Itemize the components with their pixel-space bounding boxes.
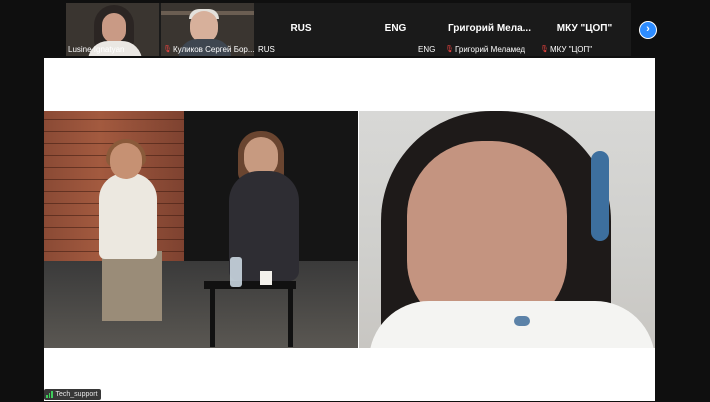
participant-name-row: 🎙 Куликов Сергей Бор... xyxy=(163,45,254,54)
speaker-legs xyxy=(102,251,162,321)
participant-display-name: ENG xyxy=(384,23,407,34)
shared-video-stage xyxy=(44,111,358,348)
mic-muted-icon: 🎙 xyxy=(540,45,549,53)
participant-name: ENG xyxy=(418,45,436,54)
participant-name-row: ENG xyxy=(418,45,435,54)
mic-muted-icon: 🎙 xyxy=(445,45,454,53)
participant-strip: Lusine Ignatyan 🎙 Куликов Сергей Бор... … xyxy=(66,3,631,56)
participant-name: МКУ "ЦОП" xyxy=(550,45,593,54)
participant-name-row: 🎙 МКУ "ЦОП" xyxy=(540,45,592,54)
participant-display-name: МКУ "ЦОП" xyxy=(556,23,613,34)
headset-mic xyxy=(514,316,530,326)
participant-tile-kulikov[interactable]: 🎙 Куликов Сергей Бор... xyxy=(161,3,254,56)
participant-name-row: Lusine Ignatyan xyxy=(68,45,125,54)
participant-tile-rus[interactable]: RUS RUS xyxy=(256,3,346,56)
participant-name-row: RUS xyxy=(258,45,275,54)
chevron-right-icon: › xyxy=(646,23,650,35)
speaker-face xyxy=(110,143,142,179)
participant-display-name: Григорий Мела... xyxy=(447,23,531,34)
participant-name: RUS xyxy=(258,45,275,54)
side-table xyxy=(204,281,296,289)
headset-icon xyxy=(591,151,609,241)
speaker-shirt xyxy=(369,301,655,348)
table-leg xyxy=(210,289,215,347)
water-bottle xyxy=(230,257,242,287)
table-leg xyxy=(288,289,293,347)
mic-muted-icon: 🎙 xyxy=(163,45,172,53)
participant-face xyxy=(102,13,126,43)
participant-name: Григорий Меламед xyxy=(455,45,526,54)
shared-video-speaker xyxy=(359,111,655,348)
shared-screen-badge: Tech_support xyxy=(44,389,101,400)
participant-tile-mku[interactable]: МКУ "ЦОП" 🎙 МКУ "ЦОП" xyxy=(538,3,631,56)
participant-display-name: RUS xyxy=(290,23,312,34)
floor xyxy=(44,261,358,348)
participant-name: Lusine Ignatyan xyxy=(68,45,125,54)
speaker-body xyxy=(99,173,157,259)
participant-tile-lusine[interactable]: Lusine Ignatyan xyxy=(66,3,159,56)
signal-strength-icon xyxy=(46,391,53,398)
participant-tile-eng[interactable]: ENG ENG xyxy=(348,3,443,56)
participant-name: Куликов Сергей Бор... xyxy=(173,45,254,54)
paper-cup xyxy=(260,271,272,285)
next-page-button[interactable]: › xyxy=(639,21,657,39)
shared-screen-label: Tech_support xyxy=(55,391,98,398)
participant-tile-grigory[interactable]: Григорий Мела... 🎙 Григорий Меламед xyxy=(443,3,536,56)
participant-name-row: 🎙 Григорий Меламед xyxy=(445,45,525,54)
